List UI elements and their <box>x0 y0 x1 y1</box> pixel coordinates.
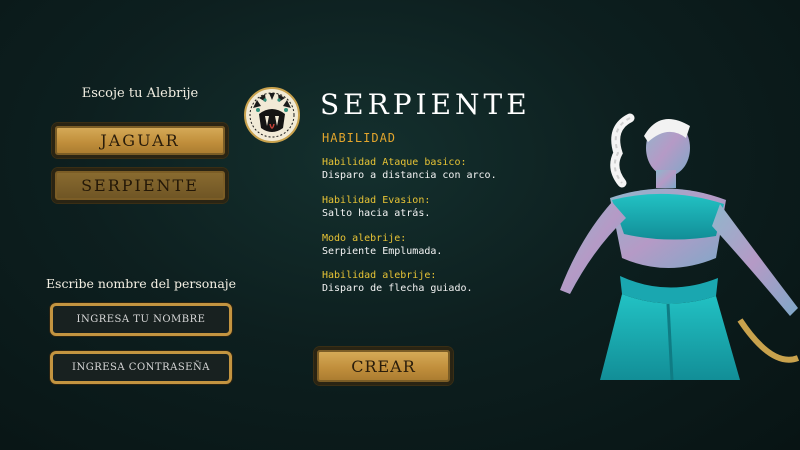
serpent-emblem-icon <box>243 86 301 144</box>
character-title: SERPIENTE <box>320 88 531 121</box>
character-name-heading: Escribe nombre del personaje <box>45 276 237 291</box>
skill-value-mode: Serpiente Emplumada. <box>322 246 443 257</box>
skill-label-evasion: Habilidad Evasion: <box>322 195 431 206</box>
skill-label-alebrije: Habilidad alebrije: <box>322 270 437 281</box>
create-button[interactable]: CREAR <box>314 347 453 385</box>
serpiente-button[interactable]: SERPIENTE <box>52 168 228 203</box>
skill-label-basic: Habilidad Ataque basico: <box>322 157 467 168</box>
skill-label-mode: Modo alebrije: <box>322 233 407 244</box>
character-portrait <box>540 108 800 381</box>
skill-value-evasion: Salto hacia atrás. <box>322 208 431 219</box>
skill-value-basic: Disparo a distancia con arco. <box>322 170 497 181</box>
habilidad-heading: HABILIDAD <box>322 131 397 145</box>
password-input[interactable]: INGRESA CONTRASEÑA <box>50 351 232 384</box>
skill-value-alebrije: Disparo de flecha guiado. <box>322 283 473 294</box>
choose-alebrije-heading: Escoje tu Alebrije <box>81 86 199 101</box>
jaguar-button[interactable]: JAGUAR <box>52 123 228 158</box>
name-input[interactable]: INGRESA TU NOMBRE <box>50 303 232 336</box>
